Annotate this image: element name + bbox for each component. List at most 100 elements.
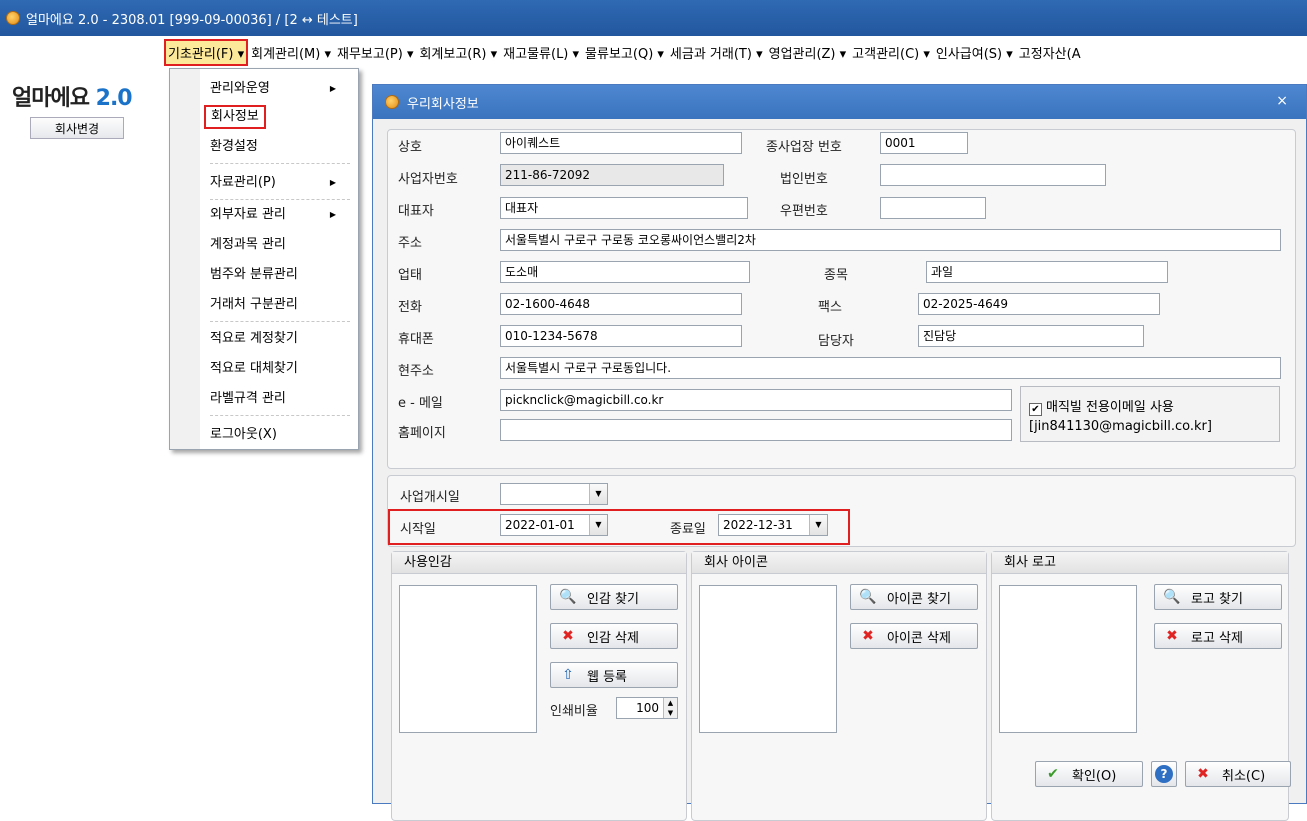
menu-customer[interactable]: 고객관리(C) ▾ [849, 39, 933, 66]
upload-arrow-icon: ⇧ [562, 667, 574, 683]
delete-x-icon: ✖ [1166, 628, 1178, 644]
fax-field[interactable]: 02-2025-4649 [918, 293, 1160, 315]
company-logo-preview [999, 585, 1137, 733]
current-address-field[interactable]: 서울특별시 구로구 구로동입니다. [500, 357, 1281, 379]
company-logo-header: 회사 로고 [992, 552, 1288, 574]
basic-menu-dropdown: 관리와운영 ▶ 회사정보 환경설정 자료관리(P) ▶ 외부자료 관리 ▶ 계정과목 … [169, 68, 359, 450]
fax-label: 팩스 [818, 300, 842, 315]
app-icon [6, 11, 20, 25]
branch-field[interactable]: 0001 [880, 132, 968, 154]
menu-item-accounts[interactable]: 계정과목 관리 [210, 233, 286, 257]
find-seal-button[interactable]: 🔍 인감 찾기 [550, 584, 678, 610]
help-button[interactable]: ? [1151, 761, 1177, 787]
delete-x-icon: ✖ [862, 628, 874, 644]
menu-basic[interactable]: 기초관리(F) ▾ [164, 38, 249, 66]
cancel-button[interactable]: ✖ 취소(C) [1185, 761, 1291, 787]
menu-item-external-data[interactable]: 외부자료 관리 ▶ [210, 203, 350, 227]
address-label: 주소 [398, 236, 422, 251]
menu-accounting[interactable]: 회계관리(M) ▾ [248, 39, 334, 66]
manager-field[interactable]: 진담당 [918, 325, 1144, 347]
zip-field[interactable] [880, 197, 986, 219]
biztype-field[interactable]: 도소매 [500, 261, 750, 283]
dropdown-arrow-icon[interactable]: ▼ [589, 484, 607, 504]
web-register-button[interactable]: ⇧ 웹 등록 [550, 662, 678, 688]
find-icon-button[interactable]: 🔍 아이콘 찾기 [850, 584, 978, 610]
submenu-arrow-icon: ▶ [329, 84, 336, 93]
delete-x-icon: ✖ [562, 628, 574, 644]
name-label: 상호 [398, 140, 422, 155]
menubar: 기초관리(F) ▾ 회계관리(M) ▾ 재무보고(P) ▾ 회계보고(R) ▾ … [0, 36, 1307, 68]
spinner-arrows-icon[interactable]: ▲ ▼ [663, 698, 677, 718]
address-field[interactable]: 서울특별시 구로구 구로동 코오롱싸이언스밸리2차 [500, 229, 1281, 251]
app-logo: 얼마에요 2.0 [12, 86, 133, 111]
corpno-field[interactable] [880, 164, 1106, 186]
name-field[interactable]: 아이퀘스트 [500, 132, 742, 154]
delete-seal-button[interactable]: ✖ 인감 삭제 [550, 623, 678, 649]
company-info-group: 상호 아이퀘스트 종사업장 번호 0001 사업자번호 211-86-72092… [387, 129, 1296, 469]
biztype-label: 업태 [398, 268, 422, 283]
menu-item-vendor-class[interactable]: 거래처 구분관리 [210, 293, 298, 317]
menu-item-label-spec[interactable]: 라벨규격 관리 [210, 387, 286, 411]
change-company-button[interactable]: 회사변경 [30, 117, 124, 139]
corpno-label: 법인번호 [780, 172, 828, 187]
find-logo-button[interactable]: 🔍 로고 찾기 [1154, 584, 1282, 610]
menu-accounting-report[interactable]: 회계보고(R) ▾ [416, 39, 500, 66]
mobile-field[interactable]: 010-1234-5678 [500, 325, 742, 347]
open-date-label: 사업개시일 [400, 490, 460, 505]
seal-preview [399, 585, 537, 733]
search-icon: 🔍 [859, 589, 877, 605]
menu-item-management[interactable]: 관리와운영 ▶ [210, 77, 350, 101]
window-title: 얼마에요 2.0 - 2308.01 [999-09-00036] / [2 ↔… [26, 12, 358, 28]
dialog-icon [385, 95, 399, 109]
seal-header: 사용인감 [392, 552, 686, 574]
menu-fixed-assets[interactable]: 고정자산(A [1016, 39, 1084, 66]
menu-item-data-management[interactable]: 자료관리(P) ▶ [210, 171, 350, 195]
left-panel [0, 68, 170, 804]
help-icon: ? [1155, 765, 1173, 783]
email-field[interactable]: picknclick@magicbill.co.kr [500, 389, 1012, 411]
menu-item-find-replace[interactable]: 적요로 대체찾기 [210, 357, 298, 381]
company-icon-preview [699, 585, 837, 733]
ok-button[interactable]: ✔ 확인(O) [1035, 761, 1143, 787]
menu-item-logout[interactable]: 로그아웃(X) [210, 423, 277, 447]
close-icon[interactable]: × [1276, 93, 1288, 109]
print-ratio-spinner[interactable]: 100 ▲ ▼ [616, 697, 678, 719]
menu-logistics-report[interactable]: 물류보고(Q) ▾ [582, 39, 667, 66]
menu-tax-trade[interactable]: 세금과 거래(T) ▾ [667, 39, 766, 66]
tel-field[interactable]: 02-1600-4648 [500, 293, 742, 315]
ceo-label: 대표자 [398, 204, 434, 219]
menu-item-find-account[interactable]: 적요로 계정찾기 [210, 327, 298, 351]
menu-item-settings[interactable]: 환경설정 [210, 135, 258, 159]
check-icon: ✔ [1047, 766, 1059, 782]
delete-icon-button[interactable]: ✖ 아이콘 삭제 [850, 623, 978, 649]
current-address-label: 현주소 [398, 364, 434, 379]
magicbill-email-address: [jin841130@magicbill.co.kr] [1029, 419, 1212, 434]
search-icon: 🔍 [1163, 589, 1181, 605]
menu-item-company-info[interactable]: 회사정보 [204, 105, 266, 129]
dialog-titlebar: 우리회사정보 × [373, 85, 1306, 119]
company-icon-header: 회사 아이콘 [692, 552, 986, 574]
item-label: 종목 [824, 268, 848, 283]
tel-label: 전화 [398, 300, 422, 315]
menu-hr-payroll[interactable]: 인사급여(S) ▾ [933, 39, 1016, 66]
delete-logo-button[interactable]: ✖ 로고 삭제 [1154, 623, 1282, 649]
homepage-field[interactable] [500, 419, 1012, 441]
item-field[interactable]: 과일 [926, 261, 1168, 283]
menu-item-category[interactable]: 범주와 분류관리 [210, 263, 298, 287]
menu-financial-report[interactable]: 재무보고(P) ▾ [334, 39, 416, 66]
open-date-combo[interactable]: ▼ [500, 483, 608, 505]
bizno-field[interactable]: 211-86-72092 [500, 164, 724, 186]
bizno-label: 사업자번호 [398, 172, 458, 187]
menu-sales[interactable]: 영업관리(Z) ▾ [766, 39, 850, 66]
search-icon: 🔍 [559, 589, 577, 605]
company-info-dialog: 우리회사정보 × 상호 아이퀘스트 종사업장 번호 0001 사업자번호 211… [372, 84, 1307, 821]
magicbill-email-checkbox[interactable]: ✔ 매직빌 전용이메일 사용 [1029, 396, 1174, 416]
ceo-field[interactable]: 대표자 [500, 197, 748, 219]
date-highlight-box [388, 509, 850, 545]
checkbox-checked-icon[interactable]: ✔ [1029, 403, 1042, 416]
menu-inventory[interactable]: 재고물류(L) ▾ [500, 39, 582, 66]
print-ratio-label: 인쇄비율 [550, 704, 598, 719]
manager-label: 담당자 [818, 334, 854, 349]
company-icon-group: 회사 아이콘 🔍 아이콘 찾기 ✖ 아이콘 삭제 [691, 551, 987, 821]
submenu-arrow-icon: ▶ [329, 210, 336, 219]
